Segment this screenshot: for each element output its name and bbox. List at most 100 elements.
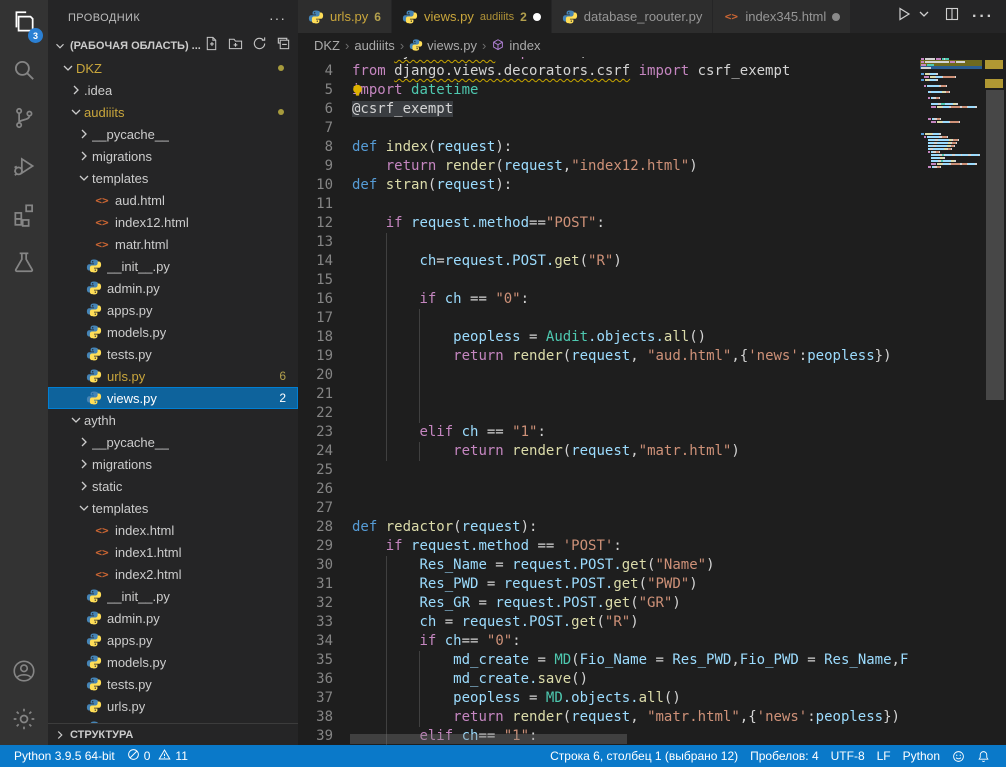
code-line-26[interactable]: 26 — [298, 480, 920, 499]
line-content[interactable] — [333, 195, 920, 214]
tree-file-apps-py[interactable]: apps.py — [48, 299, 298, 321]
language-mode-status[interactable]: Python — [897, 745, 946, 767]
tree-file-matr-html[interactable]: <>matr.html — [48, 233, 298, 255]
tab-views-py[interactable]: views.pyaudiiits2 — [392, 0, 552, 33]
code-line-30[interactable]: 30 Res_Name = request.POST.get("Name") — [298, 556, 920, 575]
line-content[interactable]: ch = request.POST.get("R") — [333, 613, 920, 632]
line-content[interactable]: Res_Name = request.POST.get("Name") — [333, 556, 920, 575]
tree-file-admin-py[interactable]: admin.py — [48, 277, 298, 299]
code-line-20[interactable]: 20 — [298, 366, 920, 385]
line-number[interactable]: 26 — [298, 480, 333, 499]
breadcrumb-item-views-py[interactable]: views.py — [409, 38, 477, 53]
line-content[interactable]: peopless = MD.objects.all() — [333, 689, 920, 708]
activity-settings[interactable] — [0, 697, 48, 745]
line-number[interactable]: 10 — [298, 176, 333, 195]
line-content[interactable]: return render(request, "matr.html",{'new… — [333, 708, 920, 727]
tab-index345-html[interactable]: <>index345.html — [713, 0, 851, 33]
line-content[interactable] — [333, 271, 920, 290]
line-number[interactable]: 24 — [298, 442, 333, 461]
code-line-38[interactable]: 38 return render(request, "matr.html",{'… — [298, 708, 920, 727]
line-number[interactable]: 32 — [298, 594, 333, 613]
line-content[interactable] — [333, 119, 920, 138]
line-number[interactable]: 29 — [298, 537, 333, 556]
line-content[interactable]: Res_GR = request.POST.get("GR") — [333, 594, 920, 613]
line-number[interactable]: 4 — [298, 62, 333, 81]
outline-section-header[interactable]: СТРУКТУРА — [48, 723, 298, 745]
activity-explorer[interactable]: 3 — [0, 0, 48, 48]
problems-status[interactable]: 0 11 — [121, 745, 194, 767]
tree-folder-aythh[interactable]: aythh — [48, 409, 298, 431]
tree-file-index1-html[interactable]: <>index1.html — [48, 541, 298, 563]
line-number[interactable]: 11 — [298, 195, 333, 214]
code-line-31[interactable]: 31 Res_PWD = request.POST.get("PWD") — [298, 575, 920, 594]
code-line-21[interactable]: 21 — [298, 385, 920, 404]
line-number[interactable]: 13 — [298, 233, 333, 252]
line-number[interactable]: 18 — [298, 328, 333, 347]
tree-folder--pycache-[interactable]: __pycache__ — [48, 431, 298, 453]
line-number[interactable]: 31 — [298, 575, 333, 594]
line-content[interactable]: def stran(request): — [333, 176, 920, 195]
eol-status[interactable]: LF — [871, 745, 897, 767]
line-number[interactable]: 20 — [298, 366, 333, 385]
line-content[interactable]: Res_PWD = request.POST.get("PWD") — [333, 575, 920, 594]
line-content[interactable] — [333, 404, 920, 423]
activity-run-debug[interactable] — [0, 144, 48, 192]
line-content[interactable]: peopless = Audit.objects.all() — [333, 328, 920, 347]
line-number[interactable]: 7 — [298, 119, 333, 138]
tree-folder-templates[interactable]: templates — [48, 497, 298, 519]
line-number[interactable]: 21 — [298, 385, 333, 404]
line-content[interactable] — [333, 461, 920, 480]
code-line-4[interactable]: 4from django.views.decorators.csrf impor… — [298, 62, 920, 81]
line-content[interactable]: return render(request,"matr.html") — [333, 442, 920, 461]
feedback-icon[interactable] — [946, 745, 971, 767]
line-number[interactable]: 16 — [298, 290, 333, 309]
refresh-button[interactable] — [250, 37, 268, 55]
line-content[interactable] — [333, 309, 920, 328]
line-content[interactable]: if request.method == 'POST': — [333, 537, 920, 556]
line-content[interactable]: elif ch == "1": — [333, 423, 920, 442]
dirty-indicator[interactable] — [832, 13, 840, 21]
run-dropdown-button[interactable] — [916, 6, 932, 27]
line-number[interactable]: 38 — [298, 708, 333, 727]
indentation-status[interactable]: Пробелов: 4 — [744, 745, 825, 767]
line-number[interactable]: 30 — [298, 556, 333, 575]
code-line-10[interactable]: 10def stran(request): — [298, 176, 920, 195]
code-line-12[interactable]: 12 if request.method=="POST": — [298, 214, 920, 233]
tree-folder-migrations[interactable]: migrations — [48, 145, 298, 167]
tree-file-tests-py[interactable]: tests.py — [48, 343, 298, 365]
code-line-35[interactable]: 35 md_create = MD(Fio_Name = Res_PWD,Fio… — [298, 651, 920, 670]
activity-account[interactable] — [0, 649, 48, 697]
tree-file-urls-py[interactable]: urls.py — [48, 695, 298, 717]
code-line-28[interactable]: 28def redactor(request): — [298, 518, 920, 537]
line-number[interactable]: 36 — [298, 670, 333, 689]
tree-file-apps-py[interactable]: apps.py — [48, 629, 298, 651]
tree-folder--pycache-[interactable]: __pycache__ — [48, 123, 298, 145]
line-content[interactable]: @csrf_exempt — [333, 100, 920, 119]
tree-file-tests-py[interactable]: tests.py — [48, 673, 298, 695]
line-content[interactable]: def index(request): — [333, 138, 920, 157]
tree-folder-dkz[interactable]: DKZ — [48, 57, 298, 79]
tab-urls-py[interactable]: urls.py6 — [298, 0, 392, 33]
tree-folder-audiiits[interactable]: audiiits — [48, 101, 298, 123]
lightbulb-icon[interactable] — [350, 83, 365, 98]
line-number[interactable]: 19 — [298, 347, 333, 366]
python-interpreter-status[interactable]: Python 3.9.5 64-bit — [8, 745, 121, 767]
tree-file-index2-html[interactable]: <>index2.html — [48, 563, 298, 585]
line-number[interactable]: 27 — [298, 499, 333, 518]
code-line-32[interactable]: 32 Res_GR = request.POST.get("GR") — [298, 594, 920, 613]
workspace-section-header[interactable]: (РАБОЧАЯ ОБЛАСТЬ) ... — [48, 35, 298, 57]
line-number[interactable]: 33 — [298, 613, 333, 632]
code-line-36[interactable]: 36 md_create.save() — [298, 670, 920, 689]
breadcrumb-item-index[interactable]: index — [491, 38, 540, 53]
line-number[interactable]: 22 — [298, 404, 333, 423]
tree-file-models-py[interactable]: models.py — [48, 651, 298, 673]
line-number[interactable]: 28 — [298, 518, 333, 537]
tree-file-index12-html[interactable]: <>index12.html — [48, 211, 298, 233]
code-line-8[interactable]: 8def index(request): — [298, 138, 920, 157]
line-number[interactable]: 5 — [298, 81, 333, 100]
line-content[interactable] — [333, 480, 920, 499]
code-line-15[interactable]: 15 — [298, 271, 920, 290]
code-line-5[interactable]: 5import datetime — [298, 81, 920, 100]
line-number[interactable]: 17 — [298, 309, 333, 328]
line-number[interactable]: 25 — [298, 461, 333, 480]
